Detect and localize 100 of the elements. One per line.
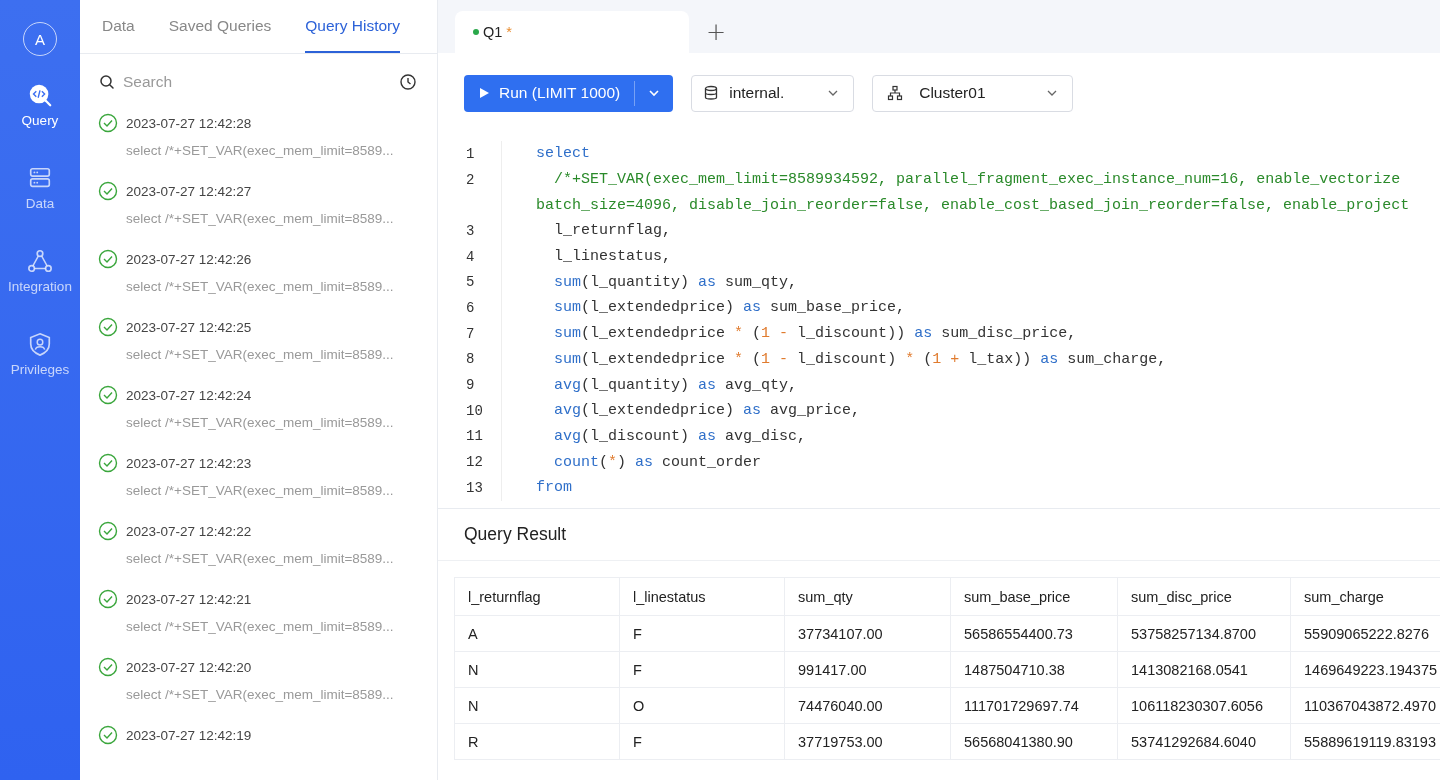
history-time[interactable]: 2023-07-27 12:42:23 [126,455,252,471]
history-query[interactable]: select /*+SET_VAR(exec_mem_limit=8589... [126,279,437,294]
history-query[interactable]: select /*+SET_VAR(exec_mem_limit=8589... [126,483,437,498]
code-line: select [536,145,590,163]
nav-item[interactable]: Data [25,165,55,248]
line-number: 1 [466,145,475,162]
clock-icon[interactable] [399,73,417,91]
table-cell: 74476040.00 [784,687,951,724]
check-circle-icon [98,521,118,541]
check-circle-icon [98,249,118,269]
editor-tab[interactable]: Q1 * [455,11,689,53]
history-query[interactable]: select /*+SET_VAR(exec_mem_limit=8589... [126,619,437,634]
code-line: from [536,479,572,497]
column-header: sum_base_price [950,577,1118,616]
hierarchy-icon [887,85,904,101]
table-cell: F [619,615,785,652]
line-number: 6 [466,299,475,316]
table-cell: A [454,615,620,652]
database-icon [703,85,720,101]
check-circle-icon [98,181,118,201]
check-circle-icon [98,385,118,405]
history-time[interactable]: 2023-07-27 12:42:21 [126,591,252,607]
table-cell: 37719753.00 [784,723,951,760]
code-line: sum(l_quantity) as sum_qty, [553,273,798,291]
column-header: l_returnflag [454,577,620,616]
code-line: avg(l_quantity) as avg_qty, [553,376,798,394]
code-line: /*+SET_VAR(exec_mem_limit=8589934592, parallel_fragment_exec_instance_num=16, enable_vectorize [553,171,1401,189]
history-query[interactable]: select /*+SET_VAR(exec_mem_limit=8589... [126,143,437,158]
table-cell: 37734107.00 [784,615,951,652]
search-icon [99,74,115,90]
database-select[interactable]: internal. [691,74,855,112]
line-number: 4 [466,248,475,265]
history-query[interactable]: select /*+SET_VAR(exec_mem_limit=8589... [126,687,437,702]
history-query[interactable]: select /*+SET_VAR(exec_mem_limit=8589... [126,347,437,362]
table-cell: 1487504710.38 [950,651,1118,688]
code-line: sum(l_extendedprice) as sum_base_price, [553,299,906,317]
history-query[interactable]: select /*+SET_VAR(exec_mem_limit=8589... [126,415,437,430]
search-field[interactable]: Search [121,72,393,92]
history-time[interactable]: 2023-07-27 12:42:25 [126,319,252,335]
caret-icon [648,87,661,99]
nav-item[interactable]: Integration [8,248,72,331]
cluster-select[interactable]: Cluster01 [872,74,1074,112]
column-header: sum_disc_price [1117,577,1291,616]
code-line: l_returnflag, [553,222,672,240]
column-header: sum_qty [784,577,951,616]
nav-item[interactable]: Query [21,82,59,165]
line-number: 2 [466,171,475,188]
check-circle-icon [98,453,118,473]
code-line: avg(l_extendedprice) as avg_price, [553,402,861,420]
history-query[interactable]: select /*+SET_VAR(exec_mem_limit=8589... [126,211,437,226]
history-time[interactable]: 2023-07-27 12:42:28 [126,115,252,131]
column-header: l_linestatus [619,577,785,616]
table-cell: 106118230307.6056 [1117,687,1291,724]
column-header: sum_charge [1290,577,1440,616]
check-circle-icon [98,589,118,609]
nav-item[interactable]: Privileges [10,331,70,414]
line-number: 12 [466,454,483,471]
table-cell: 111701729697.74 [950,687,1118,724]
table-cell: 53741292684.6040 [1117,723,1291,760]
table-cell: 991417.00 [784,651,951,688]
code-search-icon [27,82,53,108]
add-tab-button[interactable]: + [689,11,743,53]
check-circle-icon [98,113,118,133]
history-query[interactable]: select /*+SET_VAR(exec_mem_limit=8589... [126,551,437,566]
play-icon [478,87,490,99]
line-number: 8 [466,351,475,368]
table-cell: O [619,687,785,724]
check-circle-icon [98,657,118,677]
table-cell: 53758257134.8700 [1117,615,1291,652]
table-cell: 56568041380.90 [950,723,1118,760]
history-time[interactable]: 2023-07-27 12:42:20 [126,659,252,675]
check-circle-icon [98,317,118,337]
panel-tab[interactable]: Data [102,0,135,53]
history-time[interactable]: 2023-07-27 12:42:24 [126,387,252,403]
line-number: 5 [466,274,475,291]
network-icon [27,248,53,274]
line-number: 13 [466,479,483,496]
history-time[interactable]: 2023-07-27 12:42:22 [126,523,252,539]
line-number: 3 [466,222,475,239]
table-cell: 56586554400.73 [950,615,1118,652]
result-title: Query Result [438,509,1440,561]
shield-user-icon [27,331,53,357]
code-line: avg(l_discount) as avg_disc, [553,427,807,445]
code-line: batch_size=4096, disable_join_reorder=false, enable_cost_based_join_reorder=false, enable_project [536,196,1410,214]
code-line: sum(l_extendedprice * (1 - l_discount)) as sum_disc_price, [553,325,1077,343]
table-cell: R [454,723,620,760]
line-number: 9 [466,377,475,394]
line-number: 11 [466,428,483,445]
code-line: count(*) as count_order [553,453,762,471]
table-cell: F [619,723,785,760]
history-time[interactable]: 2023-07-27 12:42:19 [126,727,252,743]
panel-tab[interactable]: Query History [305,0,401,53]
history-time[interactable]: 2023-07-27 12:42:27 [126,183,252,199]
panel-tab[interactable]: Saved Queries [168,0,272,53]
history-time[interactable]: 2023-07-27 12:42:26 [126,251,252,267]
table-cell: F [619,651,785,688]
code-line: l_linestatus, [553,248,672,266]
table-cell: 1413082168.0541 [1117,651,1291,688]
table-cell: N [454,651,620,688]
line-number: 10 [466,402,483,419]
